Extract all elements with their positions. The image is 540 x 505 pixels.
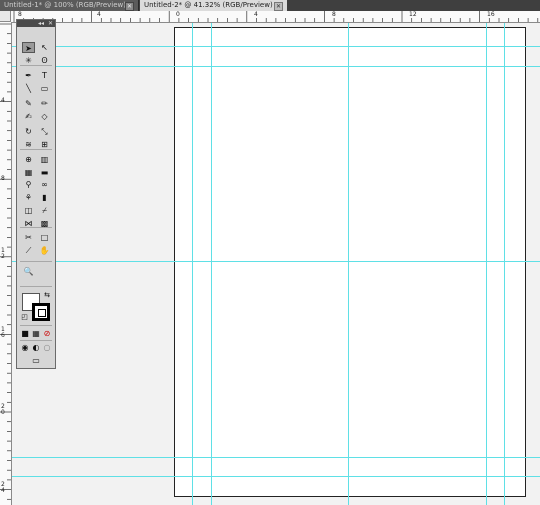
guide-horizontal[interactable] bbox=[12, 261, 540, 262]
ruler-label: 8 bbox=[332, 11, 336, 18]
collapse-icon[interactable]: ◂◂ bbox=[38, 20, 44, 27]
pencil-tool-icon[interactable]: ✏ bbox=[38, 98, 51, 109]
guide-vertical[interactable] bbox=[486, 23, 487, 505]
divider bbox=[20, 325, 52, 326]
guide-horizontal[interactable] bbox=[12, 476, 540, 477]
guide-horizontal[interactable] bbox=[12, 46, 540, 47]
stroke-swatch[interactable] bbox=[32, 303, 50, 321]
hand-tool-icon[interactable]: ✋ bbox=[38, 245, 51, 256]
divider bbox=[20, 261, 52, 262]
measure-tool-icon[interactable]: ⟋ bbox=[22, 245, 35, 256]
ruler-label: 4 bbox=[97, 11, 101, 18]
guide-vertical[interactable] bbox=[192, 23, 193, 505]
paintbrush-tool-icon[interactable]: ✎ bbox=[22, 98, 35, 109]
symbol-sprayer-tool-icon[interactable]: ⚘ bbox=[22, 192, 35, 203]
close-icon[interactable]: ✕ bbox=[274, 2, 283, 11]
guide-horizontal[interactable] bbox=[12, 66, 540, 67]
swap-fill-stroke-icon[interactable]: ⇆ bbox=[42, 291, 52, 300]
ruler-label: 1 2 bbox=[1, 247, 5, 260]
eraser-tool-icon[interactable]: ◇ bbox=[38, 111, 51, 122]
artboard[interactable] bbox=[174, 27, 526, 497]
tab-untitled-2[interactable]: Untitled-2* @ 41.32% (RGB/Preview) ✕ bbox=[140, 0, 287, 11]
rectangle-grid-tool-icon[interactable]: □ bbox=[38, 232, 51, 243]
divider bbox=[20, 65, 52, 66]
guide-horizontal[interactable] bbox=[12, 457, 540, 458]
default-colors-icon[interactable]: ◰ bbox=[20, 313, 29, 322]
shape-builder-tool-icon[interactable]: ⊕ bbox=[22, 154, 35, 165]
perspective-grid-tool-icon[interactable]: ▥ bbox=[38, 154, 51, 165]
ruler-label: 2 4 bbox=[1, 481, 5, 494]
draw-normal-icon[interactable]: ◉ bbox=[20, 342, 30, 353]
vertical-ruler[interactable]: 4 8 1 2 1 6 2 0 2 4 bbox=[0, 22, 12, 505]
type-tool-icon[interactable]: T bbox=[38, 70, 51, 81]
ruler-label: 4 bbox=[254, 11, 258, 18]
draw-behind-icon[interactable]: ◐ bbox=[31, 342, 41, 353]
guide-vertical[interactable] bbox=[504, 23, 505, 505]
guide-vertical[interactable] bbox=[211, 23, 212, 505]
knife-tool-icon[interactable]: ✂ bbox=[22, 232, 35, 243]
line-segment-tool-icon[interactable]: ╲ bbox=[22, 83, 35, 94]
ruler-origin[interactable] bbox=[0, 11, 11, 22]
blend-tool-icon[interactable]: ∞ bbox=[38, 179, 51, 190]
artboard-tool-icon[interactable]: ◫ bbox=[22, 205, 35, 216]
screen-mode-icon[interactable]: ▭ bbox=[29, 355, 43, 366]
close-icon[interactable]: ✕ bbox=[125, 2, 134, 11]
tab-untitled-1[interactable]: Untitled-1* @ 100% (RGB/Preview) ✕ bbox=[0, 0, 139, 11]
document-tab-bar: Untitled-1* @ 100% (RGB/Preview) ✕ Untit… bbox=[0, 0, 540, 11]
tab-label: Untitled-1* @ 100% (RGB/Preview) bbox=[4, 1, 127, 9]
pen-tool-icon[interactable]: ✒ bbox=[22, 70, 35, 81]
ruler-ticks bbox=[0, 23, 11, 500]
selection-tool-icon[interactable]: ➤ bbox=[22, 42, 35, 53]
scale-tool-icon[interactable]: ⤡ bbox=[38, 126, 51, 137]
gradient-mode-icon[interactable]: ▦ bbox=[31, 328, 41, 339]
divider bbox=[20, 340, 52, 341]
tools-panel[interactable]: ◂◂ ✕ ➤ ↖ ✳ ʘ ✒ T ╲ ▭ ✎ ✏ ✍ ◇ ↻ ⤡ ≋ ⊞ ⊕ ▥ ▦ ▬ ⚲ ∞ ⚘ ▮ ◫ ⌿ ⋈ ▩ ✂ □ ⟋ ✋ 🔍 ⇆… bbox=[16, 19, 56, 369]
rotate-tool-icon[interactable]: ↻ bbox=[22, 126, 35, 137]
none-mode-icon[interactable]: ⊘ bbox=[42, 328, 52, 339]
ruler-label: 2 0 bbox=[1, 403, 5, 416]
ruler-label: 16 bbox=[487, 11, 495, 18]
blob-brush-tool-icon[interactable]: ✍ bbox=[22, 111, 35, 122]
ruler-label: 0 bbox=[176, 11, 180, 18]
divider bbox=[20, 286, 52, 287]
ruler-label: 8 bbox=[18, 11, 22, 18]
horizontal-ruler[interactable]: 8 0 4 4 8 12 16 bbox=[11, 11, 540, 23]
color-mode-icon[interactable]: ■ bbox=[20, 328, 30, 339]
slice-tool-icon[interactable]: ⌿ bbox=[38, 205, 51, 216]
ruler-label: 4 bbox=[1, 97, 5, 104]
gradient-tool-icon[interactable]: ▬ bbox=[38, 167, 51, 178]
tab-label: Untitled-2* @ 41.32% (RGB/Preview) bbox=[144, 1, 273, 9]
guide-vertical[interactable] bbox=[348, 23, 349, 505]
divider bbox=[20, 227, 52, 228]
tools-panel-header[interactable]: ◂◂ ✕ bbox=[17, 20, 55, 27]
eyedropper-tool-icon[interactable]: ⚲ bbox=[22, 179, 35, 190]
ruler-label: 12 bbox=[409, 11, 417, 18]
divider bbox=[20, 149, 52, 150]
draw-inside-icon[interactable]: ○ bbox=[42, 342, 52, 353]
ruler-ticks bbox=[13, 11, 539, 22]
rectangle-tool-icon[interactable]: ▭ bbox=[38, 83, 51, 94]
mesh-tool-icon[interactable]: ▦ bbox=[22, 167, 35, 178]
canvas[interactable] bbox=[12, 23, 540, 505]
ruler-label: 1 6 bbox=[1, 326, 5, 339]
ruler-label: 8 bbox=[1, 175, 5, 182]
close-icon[interactable]: ✕ bbox=[48, 20, 53, 27]
direct-selection-tool-icon[interactable]: ↖ bbox=[38, 42, 51, 53]
zoom-tool-icon[interactable]: 🔍 bbox=[22, 266, 35, 277]
column-graph-tool-icon[interactable]: ▮ bbox=[38, 192, 51, 203]
